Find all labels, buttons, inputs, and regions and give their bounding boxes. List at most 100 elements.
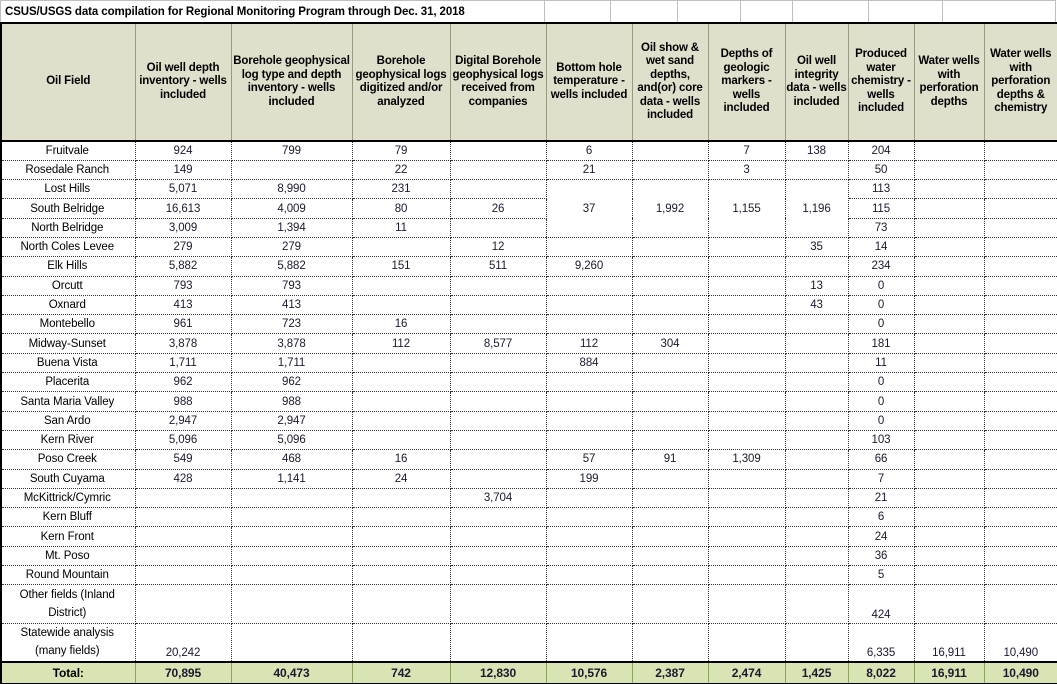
- cell: 16,911: [914, 623, 985, 663]
- cell: 723: [231, 314, 353, 335]
- row-label-fruitvale: Fruitvale: [0, 141, 136, 161]
- row-label-round-mountain: Round Mountain: [0, 565, 136, 586]
- cell: [450, 526, 547, 547]
- cell: [352, 526, 451, 547]
- cell: [785, 430, 849, 451]
- column-header-well-integrity: Oil well integrity data - wells included: [784, 23, 849, 142]
- column-header-logs-digitized: Borehole geophysical logs digitized and/…: [351, 23, 451, 142]
- cell: [632, 295, 709, 316]
- cell: 234: [848, 256, 915, 277]
- cell: [984, 391, 1057, 412]
- cell: 7: [848, 469, 915, 489]
- cell: [984, 565, 1057, 586]
- cell: 988: [231, 391, 353, 412]
- cell: [546, 488, 633, 509]
- cell: [914, 449, 985, 470]
- cell: 9,260: [546, 256, 633, 277]
- row-label-line-1: Other fields (Inland: [19, 589, 115, 602]
- cell: [352, 507, 451, 528]
- cell: [632, 526, 709, 547]
- cell: [352, 623, 451, 663]
- cell: 1,309: [708, 449, 786, 470]
- cell: [352, 353, 451, 374]
- cell: 112: [546, 333, 633, 354]
- row-label-south-cuyama: South Cuyama: [0, 469, 136, 489]
- table-row: Kern Bluff 6: [0, 507, 1057, 528]
- table-row: Lost Hills 5,071 8,990 231 37 1,992 1,155 1,196…: [0, 179, 1057, 238]
- cell: 6,335: [848, 623, 915, 663]
- cell: [708, 314, 786, 335]
- table-row: Fruitvale 924 799 79 6 7 138 204: [0, 141, 1057, 161]
- cell: [632, 160, 709, 181]
- cell: [984, 449, 1057, 470]
- cell: 10,490: [984, 623, 1057, 663]
- cell: [352, 391, 451, 412]
- table-row: Kern River 5,096 5,096 103: [0, 430, 1057, 451]
- row-label-orcutt: Orcutt: [0, 276, 136, 296]
- cell: [135, 507, 232, 528]
- cell: [546, 237, 633, 258]
- cell: 73: [848, 218, 915, 238]
- cell: 36: [848, 546, 915, 567]
- row-label-san-ardo: San Ardo: [0, 411, 136, 431]
- table-row: Midway-Sunset 3,878 3,878 112 8,577 112 304 181: [0, 333, 1057, 354]
- cell: 112: [352, 333, 451, 354]
- cell: [708, 237, 786, 258]
- cell: [914, 276, 985, 296]
- cell: 13: [785, 276, 849, 296]
- cell: [231, 526, 353, 547]
- cell: [708, 430, 786, 451]
- cell: [708, 372, 786, 393]
- row-label-north-belridge: North Belridge: [0, 218, 136, 238]
- column-header-geologic-markers: Depths of geologic markers - wells inclu…: [707, 23, 786, 142]
- cell: [708, 507, 786, 528]
- cell: 21: [848, 488, 915, 509]
- cell: [785, 565, 849, 586]
- cell: 26: [450, 198, 547, 219]
- title-cell: CSUS/USGS data compilation for Regional …: [0, 0, 545, 22]
- cell: [352, 237, 451, 258]
- cell: [632, 507, 709, 528]
- cell: [546, 411, 633, 431]
- cell: [450, 353, 547, 374]
- table-row: Montebello 961 723 16 0: [0, 314, 1057, 335]
- table-row: Other fields (Inland District) 424: [0, 584, 1057, 624]
- cell: [984, 314, 1057, 335]
- cell: [984, 179, 1057, 200]
- cell: 5: [848, 565, 915, 586]
- cell: [984, 411, 1057, 431]
- cell: [546, 565, 633, 586]
- row-label-line-2: (many fields): [34, 645, 100, 658]
- cell: 1,711: [135, 353, 232, 374]
- cell: 1,196: [785, 179, 849, 238]
- cell: 21: [546, 160, 633, 181]
- cell: [546, 372, 633, 393]
- cell: 113: [848, 179, 915, 200]
- row-label-line-2: District): [48, 607, 87, 620]
- cell: [450, 160, 547, 181]
- cell: 424: [848, 584, 915, 624]
- row-label-elk-hills: Elk Hills: [0, 256, 136, 277]
- cell: [914, 237, 985, 258]
- cell: 3,878: [135, 333, 232, 354]
- table-row: Mt. Poso 36: [0, 546, 1057, 567]
- cell: 793: [135, 276, 232, 296]
- cell: 0: [848, 372, 915, 393]
- table-row: McKittrick/Cymric 3,704 21: [0, 488, 1057, 509]
- cell: [914, 469, 985, 489]
- cell: 4,009: [231, 198, 353, 219]
- total-produced-water-chem: 8,022: [848, 661, 915, 684]
- cell: 3,878: [231, 333, 353, 354]
- cell: [914, 314, 985, 335]
- cell: [352, 546, 451, 567]
- row-label-north-coles-levee: North Coles Levee: [0, 237, 136, 258]
- total-label: Total:: [0, 661, 136, 684]
- table-row: South Cuyama 428 1,141 24 199 7: [0, 469, 1057, 489]
- cell: 16: [352, 449, 451, 470]
- cell: 549: [135, 449, 232, 470]
- cell: [450, 276, 547, 296]
- cell: [984, 333, 1057, 354]
- cell: 115: [848, 198, 915, 219]
- title-filler-cell-5: [793, 0, 869, 22]
- cell: [450, 218, 547, 238]
